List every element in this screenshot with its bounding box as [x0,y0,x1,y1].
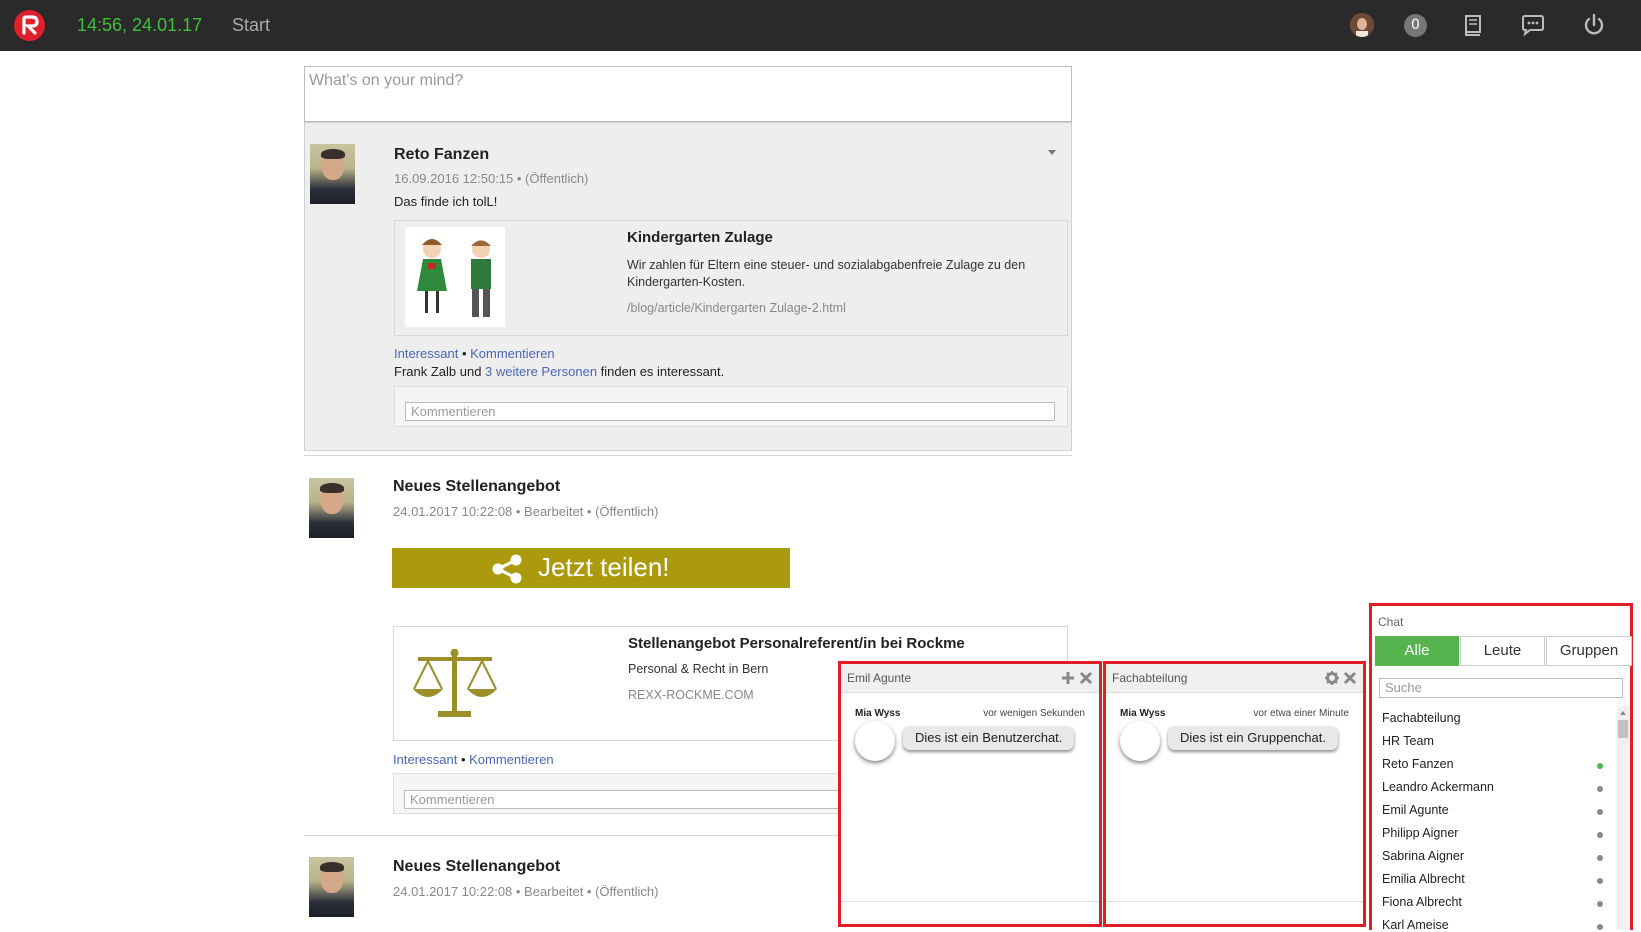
chat-window-header[interactable]: Fachabteilung [1106,664,1363,693]
contact-scrollbar[interactable] [1617,706,1629,930]
close-icon[interactable] [1079,670,1093,685]
share-label: Jetzt teilen! [538,552,670,582]
message-bubble: Dies ist ein Gruppenchat. [1168,726,1338,750]
contact-item[interactable]: Emilia Albrecht [1382,872,1465,886]
contact-item[interactable]: Reto Fanzen [1382,757,1454,771]
comment-link[interactable]: Kommentieren [470,346,555,361]
status-dot-icon [1597,901,1603,907]
scales-icon [410,639,500,729]
clock-display: 14:56, 24.01.17 [77,15,203,35]
status-dot-icon [1597,786,1603,792]
contact-item[interactable]: Fiona Albrecht [1382,895,1462,909]
link-preview-card[interactable]: Kindergarten Zulage Wir zahlen für Elter… [394,220,1068,336]
chat-input-divider [1106,901,1363,902]
add-icon[interactable] [1061,670,1075,684]
chat-window-user[interactable]: Emil Agunte Mia Wyss vor wenigen Sekunde… [838,661,1102,927]
contact-item[interactable]: Sabrina Aigner [1382,849,1464,863]
action-separator: • [458,346,471,361]
tab-gruppen[interactable]: Gruppen [1546,636,1632,666]
likes-suffix: finden es interessant. [597,364,725,379]
chat-window-title: Fachabteilung [1112,671,1188,685]
post-text: Das finde ich tolL! [394,194,498,209]
post-divider [304,455,1072,456]
book-icon[interactable] [1460,12,1486,38]
chat-panel-title: Chat [1378,615,1404,629]
interesting-link[interactable]: Interessant [393,752,457,767]
author-avatar[interactable] [309,857,354,917]
start-link[interactable]: Start [232,15,270,36]
comment-input[interactable]: Kommentieren [405,402,1055,421]
scroll-up-icon [1620,711,1626,715]
post-actions: Interessant • Kommentieren [393,752,554,767]
contact-item[interactable]: Emil Agunte [1382,803,1449,817]
gear-icon[interactable] [1325,670,1339,685]
notification-badge[interactable]: 0 [1404,14,1427,37]
comment-link[interactable]: Kommentieren [469,752,554,767]
status-input[interactable] [307,71,1051,91]
status-dot-icon [1597,878,1603,884]
chat-search-input[interactable]: Suche [1379,678,1623,698]
status-dot-icon [1597,809,1603,815]
contact-item[interactable]: Leandro Ackermann [1382,780,1494,794]
chat-window-title: Emil Agunte [847,671,912,685]
card-url[interactable]: REXX-ROCKME.COM [628,688,754,702]
post-author[interactable]: Neues Stellenangebot [393,478,560,496]
message-bubble: Dies ist ein Benutzerchat. [903,726,1075,750]
scrollbar-thumb[interactable] [1618,720,1628,738]
tab-alle[interactable]: Alle [1375,636,1459,666]
message-sender: Mia Wyss [855,708,901,719]
contact-item[interactable]: Philipp Aigner [1382,826,1458,840]
post-meta: 16.09.2016 12:50:15 • (Öffentlich) [394,171,589,186]
chat-window-header[interactable]: Emil Agunte [841,664,1099,693]
author-avatar[interactable] [309,478,354,538]
post-actions: Interessant • Kommentieren [394,346,555,361]
likes-prefix: Frank Zalb und [394,364,486,379]
sender-avatar [1120,721,1160,761]
chat-sidebar: Chat Alle Leute Gruppen Suche Fachabteil… [1369,603,1633,932]
message-time: vor wenigen Sekunden [983,708,1085,719]
card-title[interactable]: Kindergarten Zulage [627,229,773,246]
share-icon [492,554,522,584]
user-avatar[interactable] [1350,13,1374,37]
status-dot-icon [1597,855,1603,861]
tab-leute[interactable]: Leute [1460,636,1545,666]
status-dot-icon [1597,832,1603,838]
post-meta: 24.01.2017 10:22:08 • Bearbeitet • (Öffe… [393,504,659,519]
action-separator: • [457,752,470,767]
chat-window-group[interactable]: Fachabteilung Mia Wyss vor etwa einer Mi… [1103,661,1366,927]
message-time: vor etwa einer Minute [1253,708,1349,719]
card-url[interactable]: /blog/article/Kindergarten Zulage-2.html [627,301,846,315]
chat-bubble-icon[interactable] [1520,12,1546,38]
likes-summary: Frank Zalb und 3 weitere Personen finden… [394,364,724,379]
app-logo[interactable] [14,10,45,41]
share-banner-button[interactable]: Jetzt teilen! [392,548,790,588]
card-description: Personal & Recht in Bern [628,662,769,676]
status-dot-icon [1597,763,1603,769]
card-title[interactable]: Stellenangebot Personalreferent/in bei R… [628,635,965,652]
chat-input-divider [841,901,1099,902]
close-icon[interactable] [1343,670,1357,685]
top-bar: 14:56, 24.01.17 Start 0 [0,0,1641,51]
author-avatar[interactable] [310,144,355,204]
contact-item[interactable]: HR Team [1382,734,1434,748]
likes-others-link[interactable]: 3 weitere Personen [485,364,597,379]
post-meta: 24.01.2017 10:22:08 • Bearbeitet • (Öffe… [393,884,659,899]
post-author[interactable]: Neues Stellenangebot [393,858,560,876]
status-dot-icon [1597,924,1603,930]
kindergarten-image [405,227,505,327]
comment-area: Kommentieren [394,386,1068,427]
status-compose-box[interactable] [304,66,1072,122]
message-sender: Mia Wyss [1120,708,1166,719]
contact-item[interactable]: Fachabteilung [1382,711,1461,725]
card-description: Wir zahlen für Eltern eine steuer- und s… [627,258,1026,289]
post-author[interactable]: Reto Fanzen [394,146,489,164]
interesting-link[interactable]: Interessant [394,346,458,361]
sender-avatar [855,721,895,761]
post-menu-caret-icon[interactable] [1048,150,1056,155]
power-icon[interactable] [1581,12,1607,38]
chat-tabs: Alle Leute Gruppen [1375,636,1632,666]
